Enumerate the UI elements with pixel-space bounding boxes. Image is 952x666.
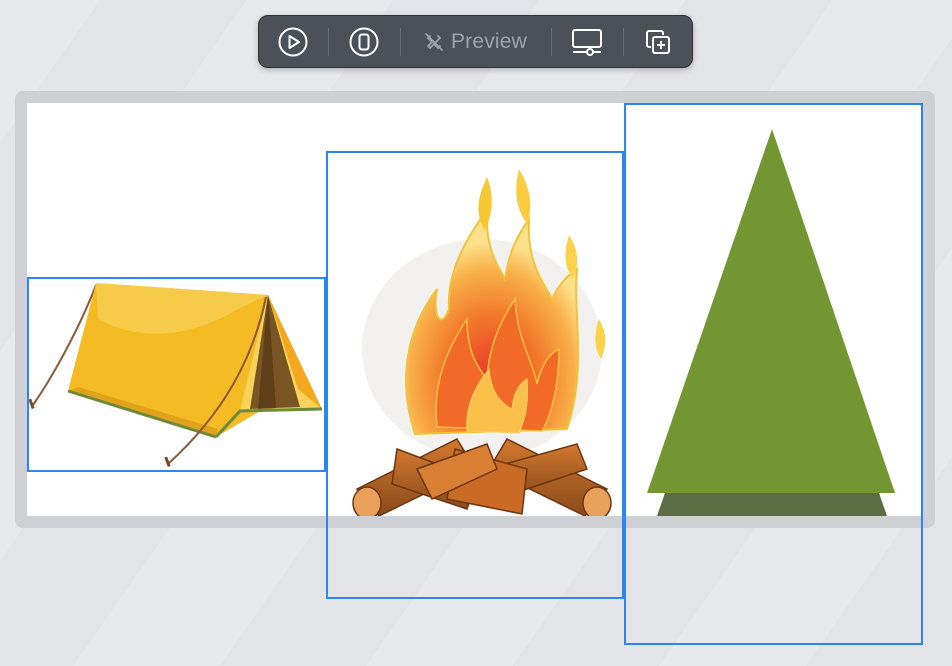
play-circle-icon — [278, 27, 308, 56]
device-icon — [349, 27, 379, 56]
duplicate-plus-icon — [646, 29, 670, 54]
display-settings-button[interactable] — [568, 16, 606, 67]
display-settings-icon — [572, 28, 602, 56]
preview-button[interactable]: Preview — [417, 16, 533, 67]
device-settings-button[interactable] — [346, 16, 382, 67]
toolbar-divider — [400, 28, 401, 56]
preview-disabled-icon — [425, 32, 443, 51]
tent-image[interactable] — [28, 279, 325, 471]
tree-image[interactable] — [625, 103, 922, 516]
campfire-image[interactable] — [337, 169, 627, 516]
preview-label: Preview — [450, 29, 528, 53]
duplicate-preview-button[interactable] — [640, 16, 676, 67]
preview-toolbar: Preview — [258, 15, 693, 68]
preview-canvas — [27, 103, 922, 516]
live-preview-button[interactable] — [275, 16, 311, 67]
toolbar-divider — [551, 28, 552, 56]
toolbar-divider — [328, 28, 329, 56]
toolbar-divider — [623, 28, 624, 56]
